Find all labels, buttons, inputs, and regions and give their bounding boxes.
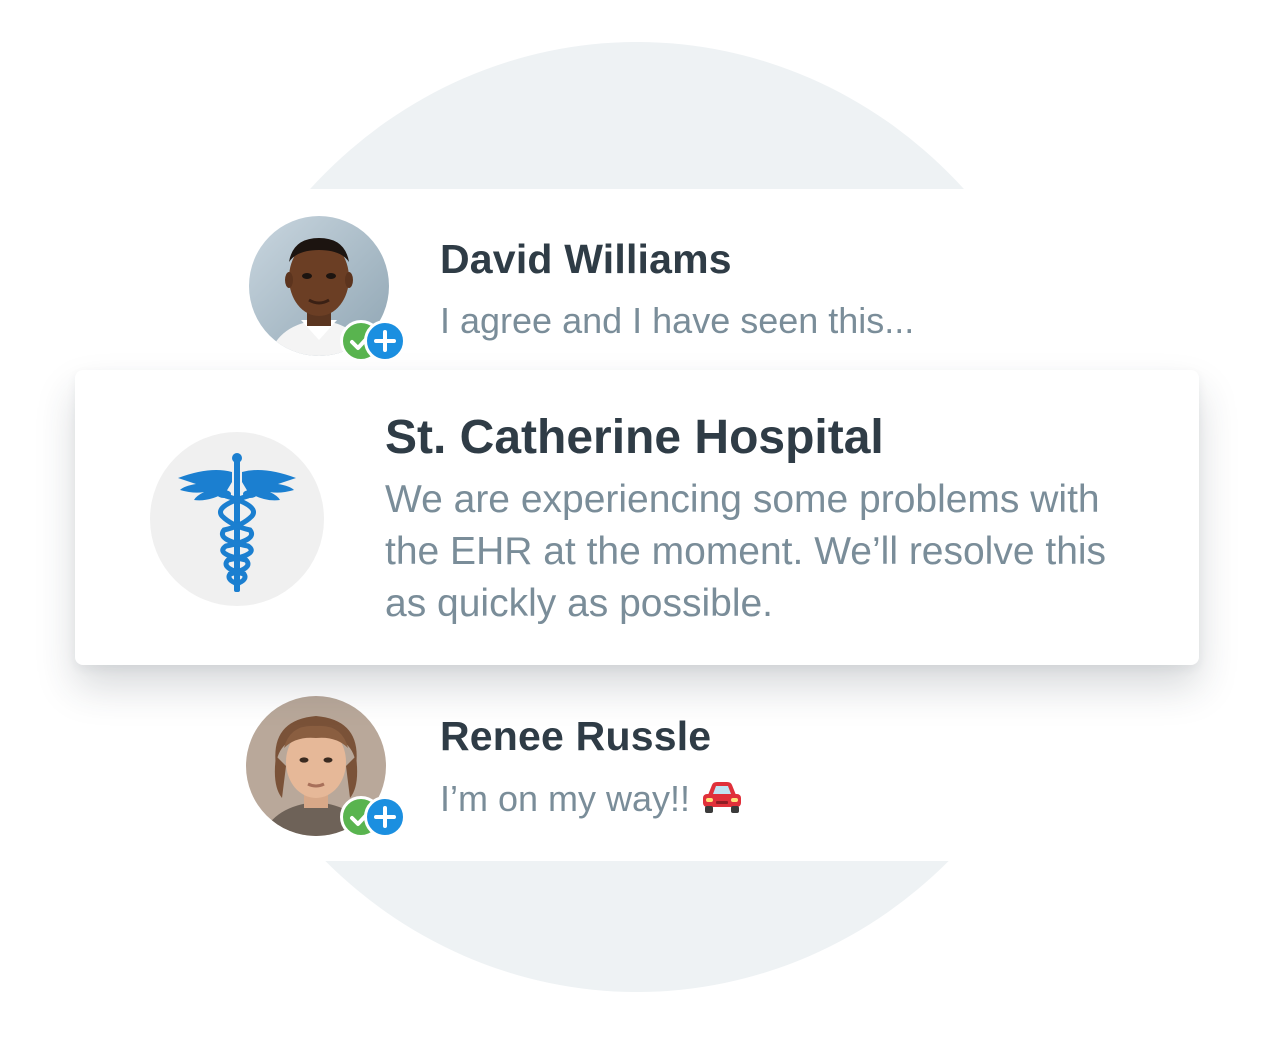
message-preview-row: I’m on my way!! [440, 778, 744, 824]
message-preview: I’m on my way!! [440, 778, 691, 819]
caduceus-icon [178, 453, 296, 592]
contact-name: David Williams [440, 236, 732, 282]
message-preview: We are experiencing some problems with t… [385, 478, 1107, 625]
avatar-badges [340, 796, 406, 838]
conversation-item-st-catherine-hospital[interactable]: St. Catherine Hospital We are experienci… [75, 370, 1199, 665]
conversation-preview-illustration: David Williams I agree and I have seen t… [0, 0, 1278, 1038]
add-plus-icon[interactable] [364, 320, 406, 362]
car-icon [700, 779, 744, 824]
message-preview: I agree and I have seen this... [440, 300, 915, 341]
hospital-avatar [150, 432, 324, 606]
contact-name: Renee Russle [440, 713, 712, 759]
avatar-badges [340, 320, 406, 362]
contact-name: St. Catherine Hospital [385, 411, 884, 464]
add-plus-icon[interactable] [364, 796, 406, 838]
